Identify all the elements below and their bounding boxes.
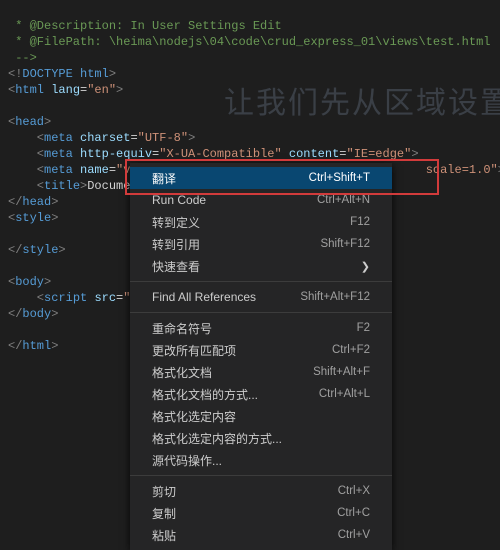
menu-item-shortcut: F12 bbox=[350, 216, 370, 228]
menu-item[interactable]: 粘贴 Ctrl+V bbox=[130, 524, 392, 546]
menu-item-label: Find All References bbox=[152, 290, 256, 304]
menu-item[interactable]: 转到定义 F12 bbox=[130, 211, 392, 233]
menu-item-shortcut: Ctrl+Alt+N bbox=[317, 194, 370, 206]
menu-item[interactable]: 格式化选定内容的方式... bbox=[130, 427, 392, 449]
menu-item-label: 源代码操作... bbox=[152, 452, 222, 469]
menu-item[interactable]: 快速查看 ❯ bbox=[130, 255, 392, 277]
menu-item[interactable]: Find All References Shift+Alt+F12 bbox=[130, 286, 392, 308]
menu-item[interactable]: 源代码操作... bbox=[130, 449, 392, 471]
menu-item-shortcut: F2 bbox=[357, 322, 370, 334]
menu-item[interactable]: 格式化文档 Shift+Alt+F bbox=[130, 361, 392, 383]
menu-item-shortcut: Ctrl+C bbox=[337, 507, 370, 519]
chevron-right-icon: ❯ bbox=[361, 260, 370, 273]
menu-item-label: 转到引用 bbox=[152, 236, 200, 253]
menu-item-label: Run Code bbox=[152, 193, 206, 207]
menu-item[interactable]: 重命名符号 F2 bbox=[130, 317, 392, 339]
menu-item-label: 重命名符号 bbox=[152, 320, 212, 337]
menu-item-shortcut: Ctrl+Alt+L bbox=[319, 388, 370, 400]
menu-item[interactable]: 更改所有匹配项 Ctrl+F2 bbox=[130, 339, 392, 361]
menu-item-shortcut: Ctrl+Shift+T bbox=[309, 172, 370, 184]
comment-line: * @Description: In User Settings Edit bbox=[8, 19, 282, 33]
menu-item-label: 格式化选定内容的方式... bbox=[152, 430, 282, 447]
menu-item-label: 格式化选定内容 bbox=[152, 408, 236, 425]
menu-item-label: 快速查看 bbox=[152, 258, 200, 275]
menu-item-label: 复制 bbox=[152, 505, 176, 522]
menu-item-shortcut: Ctrl+V bbox=[338, 529, 370, 541]
menu-separator bbox=[130, 312, 392, 313]
menu-item-label: 更改所有匹配项 bbox=[152, 342, 236, 359]
comment-line: --> bbox=[8, 51, 37, 65]
menu-item[interactable]: 格式化选定内容 bbox=[130, 405, 392, 427]
menu-separator bbox=[130, 281, 392, 282]
menu-item-label: 格式化文档的方式... bbox=[152, 386, 258, 403]
menu-item-label: 转到定义 bbox=[152, 214, 200, 231]
menu-item[interactable]: 剪切 Ctrl+X bbox=[130, 480, 392, 502]
menu-item-shortcut: Shift+Alt+F12 bbox=[300, 291, 370, 303]
comment-line: * @FilePath: \heima\nodejs\04\code\crud_… bbox=[8, 35, 490, 49]
menu-item-label: 剪切 bbox=[152, 483, 176, 500]
menu-item-shortcut: Ctrl+F2 bbox=[332, 344, 370, 356]
menu-item-shortcut: Ctrl+X bbox=[338, 485, 370, 497]
menu-separator bbox=[130, 475, 392, 476]
menu-item[interactable]: Run Code Ctrl+Alt+N bbox=[130, 189, 392, 211]
menu-item-label: 格式化文档 bbox=[152, 364, 212, 381]
context-menu: 翻译Ctrl+Shift+TRun CodeCtrl+Alt+N转到定义F12转… bbox=[130, 163, 392, 550]
menu-item[interactable]: 格式化文档的方式... Ctrl+Alt+L bbox=[130, 383, 392, 405]
menu-item[interactable]: 翻译 Ctrl+Shift+T bbox=[130, 167, 392, 189]
menu-item-shortcut: Shift+F12 bbox=[320, 238, 370, 250]
menu-item[interactable]: 复制 Ctrl+C bbox=[130, 502, 392, 524]
menu-item[interactable]: 转到引用 Shift+F12 bbox=[130, 233, 392, 255]
menu-item-label: 粘贴 bbox=[152, 527, 176, 544]
menu-item-shortcut: Shift+Alt+F bbox=[313, 366, 370, 378]
menu-item-label: 翻译 bbox=[152, 170, 176, 187]
